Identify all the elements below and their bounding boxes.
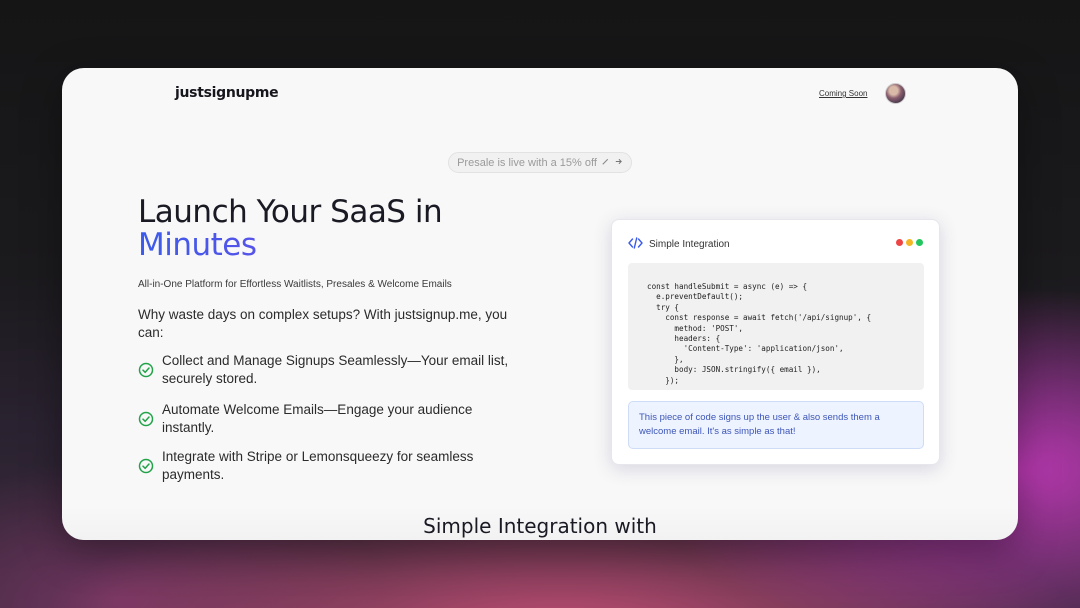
presale-pill-text: Presale is live with a 15% off [457,156,597,169]
browser-frame: justsignupme Coming Soon Presale is live… [62,68,1018,540]
code-block: const handleSubmit = async (e) => { e.pr… [628,263,924,390]
yellow-dot-icon [906,239,913,246]
check-circle-icon [138,458,154,474]
feature-text: Automate Welcome Emails—Engage your audi… [162,402,473,435]
window-dots [896,239,923,246]
check-circle-icon [138,411,154,427]
card-header: Simple Integration [628,237,730,252]
code-icon [628,237,643,252]
hero-title-highlight: Minutes [138,229,558,262]
hero-tagline: All-in-One Platform for Effortless Waitl… [138,279,452,290]
hero-title-line1: Launch Your SaaS in [138,194,443,230]
card-title: Simple Integration [649,239,730,250]
integration-card: Simple Integration const handleSubmit = … [611,219,940,465]
feature-item: Integrate with Stripe or Lemonsqueezy fo… [138,448,518,484]
hero-lead: Why waste days on complex setups? With j… [138,307,508,340]
hero-title: Launch Your SaaS in Minutes [138,196,558,262]
coming-soon-link[interactable]: Coming Soon [819,89,867,98]
check-circle-icon [138,362,154,378]
feature-text: Integrate with Stripe or Lemonsqueezy fo… [162,449,474,482]
red-dot-icon [896,239,903,246]
feature-item: Collect and Manage Signups Seamlessly—Yo… [138,352,518,388]
avatar[interactable] [885,83,906,104]
code-note: This piece of code signs up the user & a… [628,401,924,449]
presale-pill[interactable]: Presale is live with a 15% off [448,152,632,173]
arrow-right-icon [614,157,623,169]
logo[interactable]: justsignupme [175,85,279,101]
pencil-icon [601,157,610,169]
green-dot-icon [916,239,923,246]
section-title: Simple Integration with [423,514,657,538]
code-snippet: const handleSubmit = async (e) => { e.pr… [647,282,872,385]
feature-text: Collect and Manage Signups Seamlessly—Yo… [162,353,509,386]
feature-item: Automate Welcome Emails—Engage your audi… [138,401,518,437]
